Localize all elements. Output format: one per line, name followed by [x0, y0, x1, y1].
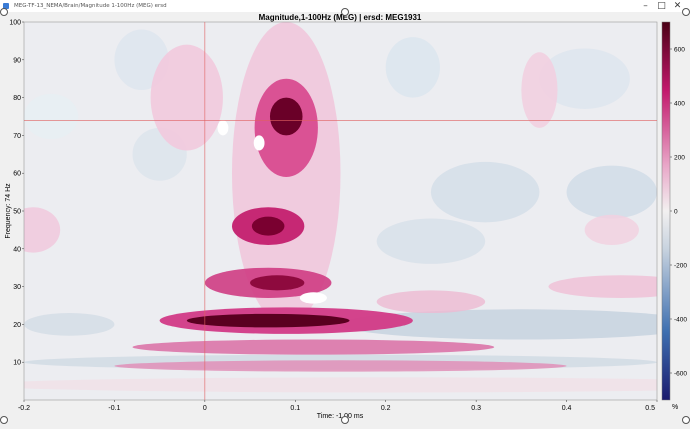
colorbar-tick-label: 0	[674, 209, 678, 216]
heatmap-blob	[217, 120, 229, 136]
heatmap-blob	[186, 313, 350, 328]
resize-handle-top[interactable]	[341, 8, 349, 16]
resize-handle-bottom-left[interactable]	[0, 416, 8, 424]
chart-title: Magnitude,1-100Hz (MEG) | ersd: MEG1931	[259, 13, 422, 22]
colorbar	[661, 21, 671, 401]
colorbar-tick-label: -200	[674, 263, 687, 270]
resize-handle-top-left[interactable]	[0, 8, 8, 16]
resize-handle-top-right[interactable]	[682, 8, 690, 16]
heatmap-blob	[521, 52, 558, 128]
x-tick-label: 0.3	[471, 405, 481, 412]
heatmap-blob	[114, 360, 567, 372]
y-tick-label: 60	[13, 171, 21, 178]
y-tick-label: 70	[13, 133, 21, 140]
colorbar-unit: %	[672, 404, 678, 411]
colorbar-tick-label: 400	[674, 101, 685, 108]
figure-area: Magnitude,1-100Hz (MEG) | ersd: MEG1931 …	[0, 8, 690, 424]
y-tick-label: 100	[9, 20, 21, 27]
colorbar-tick-label: 600	[674, 47, 685, 54]
heatmap-blob	[132, 339, 495, 355]
tf-figure: Magnitude,1-100Hz (MEG) | ersd: MEG1931 …	[5, 13, 687, 420]
heatmap-blob	[150, 44, 223, 151]
y-tick-label: 80	[13, 95, 21, 102]
x-tick-label: -0.2	[18, 405, 30, 412]
maximize-icon[interactable]: □	[656, 1, 667, 11]
colorbar-tick-label: -600	[674, 371, 687, 378]
heatmap-blob	[566, 165, 657, 219]
y-tick-label: 90	[13, 57, 21, 64]
y-tick-label: 20	[13, 322, 21, 329]
resize-handle-bottom-right[interactable]	[682, 416, 690, 424]
heatmap-blob	[251, 216, 285, 236]
heatmap-blob	[24, 93, 79, 140]
x-tick-label: 0.4	[562, 405, 572, 412]
heatmap-blob	[253, 135, 265, 151]
y-tick-label: 30	[13, 284, 21, 291]
colorbar-ticks: 600 400 200 0 -200 -400 -600	[670, 47, 687, 378]
heatmap-blob	[584, 214, 639, 246]
x-axis: -0.2 -0.1 0 0.1 0.2 0.3 0.4 0.5	[18, 400, 658, 412]
y-tick-label: 50	[13, 209, 21, 216]
heatmap-blob	[24, 313, 115, 336]
y-tick-label: 40	[13, 246, 21, 253]
x-tick-label: 0.5	[645, 405, 655, 412]
heatmap-image	[24, 22, 657, 400]
x-tick-label: -0.1	[108, 405, 120, 412]
x-tick-label: 0.1	[290, 405, 300, 412]
heatmap-blob	[430, 161, 540, 223]
heatmap-blob	[376, 218, 486, 264]
y-axis-label: Frequency: 74 Hz	[5, 183, 12, 239]
heatmap-blob	[385, 37, 440, 98]
heatmap-blob	[376, 290, 486, 314]
heatmap-blob	[299, 292, 327, 304]
heatmap-blob	[24, 377, 657, 393]
window-title: MEG-TF-13_NEMA/Brain/Magnitude 1-100Hz (…	[14, 3, 167, 9]
resize-handle-bottom[interactable]	[341, 416, 349, 424]
colorbar-tick-label: 200	[674, 155, 685, 162]
colorbar-tick-label: -400	[674, 317, 687, 324]
heatmap-blob	[269, 97, 303, 136]
minimize-icon[interactable]: –	[640, 1, 651, 11]
heatmap-blob	[250, 275, 305, 291]
y-tick-label: 10	[13, 360, 21, 367]
x-tick-label: 0.2	[381, 405, 391, 412]
x-tick-label: 0	[203, 405, 207, 412]
